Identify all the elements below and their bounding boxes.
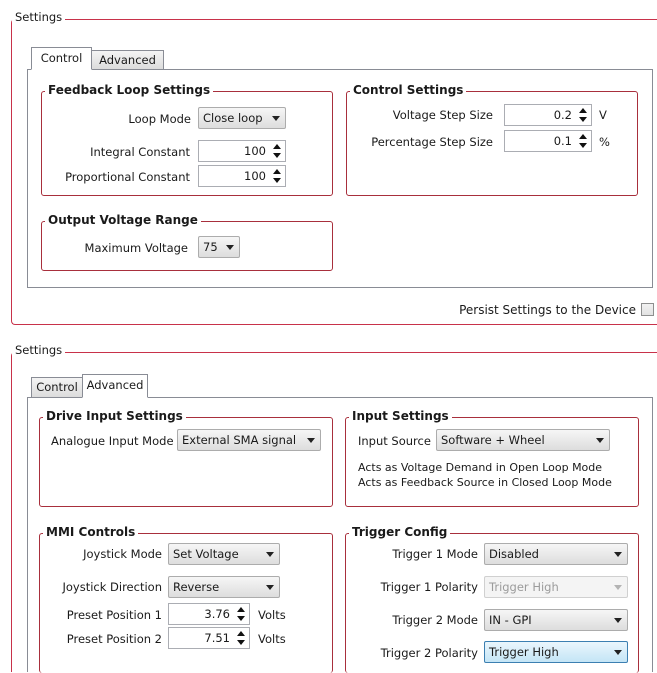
input-source-select[interactable]: Software + Wheel (436, 429, 610, 451)
preset-position-2-value: 7.51 (204, 631, 230, 645)
loop-mode-value: Close loop (203, 111, 263, 125)
preset-position-1-label: Preset Position 1 (66, 608, 162, 622)
trigger-1-polarity-select: Trigger High (484, 576, 628, 598)
joystick-mode-value: Set Voltage (173, 547, 239, 561)
preset-position-2-unit: Volts (258, 632, 286, 646)
analogue-input-value: External SMA signal (182, 433, 297, 447)
mmi-controls-title: MMI Controls (43, 525, 139, 539)
spin-arrows-icon[interactable] (236, 606, 246, 622)
joystick-direction-label: Joystick Direction (62, 580, 162, 594)
preset-position-2-label: Preset Position 2 (66, 632, 162, 646)
persist-settings-checkbox[interactable] (641, 303, 654, 316)
tab-advanced[interactable]: Advanced (91, 50, 164, 70)
proportional-constant-spinner[interactable]: 100 (198, 165, 286, 187)
spin-arrows-icon[interactable] (272, 168, 282, 184)
preset-position-1-unit: Volts (258, 608, 286, 622)
trigger-config-title: Trigger Config (349, 525, 451, 539)
trigger-2-polarity-select[interactable]: Trigger High (484, 641, 628, 663)
preset-position-1-value: 3.76 (204, 607, 230, 621)
output-voltage-title: Output Voltage Range (45, 213, 201, 227)
integral-constant-spinner[interactable]: 100 (198, 140, 286, 162)
proportional-constant-label: Proportional Constant (65, 170, 190, 184)
feedback-loop-title: Feedback Loop Settings (45, 83, 214, 97)
analogue-input-select[interactable]: External SMA signal (177, 429, 321, 451)
control-settings-title: Control Settings (350, 83, 467, 97)
tab-advanced[interactable]: Advanced (82, 374, 148, 398)
drive-input-title: Drive Input Settings (43, 409, 186, 423)
percentage-step-label: Percentage Step Size (371, 135, 493, 149)
voltage-step-unit: V (599, 108, 607, 122)
persist-settings-label: Persist Settings to the Device (459, 303, 636, 317)
settings-legend-bottom: Settings (12, 343, 66, 357)
trigger-1-mode-label: Trigger 1 Mode (392, 547, 478, 561)
percentage-step-spinner[interactable]: 0.1 (504, 130, 592, 152)
chevron-down-icon (596, 438, 604, 443)
max-voltage-label: Maximum Voltage (84, 241, 188, 255)
trigger-2-polarity-value: Trigger High (489, 645, 559, 659)
joystick-direction-value: Reverse (173, 580, 220, 594)
input-source-value: Software + Wheel (441, 433, 545, 447)
voltage-step-label: Voltage Step Size (392, 108, 493, 122)
chevron-down-icon (614, 650, 622, 655)
loop-mode-select[interactable]: Close loop (198, 107, 286, 129)
tab-control[interactable]: Control (31, 377, 83, 398)
joystick-direction-select[interactable]: Reverse (168, 576, 280, 598)
trigger-1-mode-value: Disabled (489, 547, 539, 561)
chevron-down-icon (614, 552, 622, 557)
trigger-1-polarity-label: Trigger 1 Polarity (380, 580, 478, 594)
analogue-input-label: Analogue Input Mode (51, 434, 174, 448)
chevron-down-icon (272, 116, 280, 121)
percentage-step-unit: % (599, 135, 610, 149)
chevron-down-icon (266, 585, 274, 590)
percentage-step-value: 0.1 (553, 134, 572, 148)
spin-arrows-icon[interactable] (578, 133, 588, 149)
joystick-mode-label: Joystick Mode (83, 547, 162, 561)
input-source-label: Input Source (358, 434, 431, 448)
spin-arrows-icon[interactable] (272, 143, 282, 159)
spin-arrows-icon[interactable] (578, 107, 588, 123)
trigger-2-mode-select[interactable]: IN - GPI (484, 609, 628, 631)
chevron-down-icon (307, 438, 315, 443)
integral-constant-label: Integral Constant (90, 145, 190, 159)
tab-control[interactable]: Control (31, 47, 92, 70)
voltage-step-value: 0.2 (553, 108, 572, 122)
trigger-2-polarity-label: Trigger 2 Polarity (380, 646, 478, 660)
loop-mode-label: Loop Mode (128, 112, 191, 126)
preset-position-2-spinner[interactable]: 7.51 (168, 627, 250, 649)
chevron-down-icon (614, 585, 622, 590)
preset-position-1-spinner[interactable]: 3.76 (168, 603, 250, 625)
input-settings-title: Input Settings (349, 409, 452, 423)
max-voltage-select[interactable]: 75 (198, 236, 240, 258)
trigger-2-mode-label: Trigger 2 Mode (392, 613, 478, 627)
input-note-closed-loop: Acts as Feedback Source in Closed Loop M… (358, 476, 612, 489)
trigger-1-mode-select[interactable]: Disabled (484, 543, 628, 565)
joystick-mode-select[interactable]: Set Voltage (168, 543, 280, 565)
proportional-constant-value: 100 (244, 169, 266, 183)
settings-legend-top: Settings (12, 10, 66, 24)
integral-constant-value: 100 (244, 144, 266, 158)
input-note-open-loop: Acts as Voltage Demand in Open Loop Mode (358, 461, 603, 474)
voltage-step-spinner[interactable]: 0.2 (504, 104, 592, 126)
chevron-down-icon (266, 552, 274, 557)
chevron-down-icon (226, 245, 234, 250)
trigger-1-polarity-value: Trigger High (489, 580, 559, 594)
trigger-2-mode-value: IN - GPI (489, 613, 532, 627)
max-voltage-value: 75 (203, 240, 218, 254)
spin-arrows-icon[interactable] (236, 630, 246, 646)
chevron-down-icon (614, 618, 622, 623)
